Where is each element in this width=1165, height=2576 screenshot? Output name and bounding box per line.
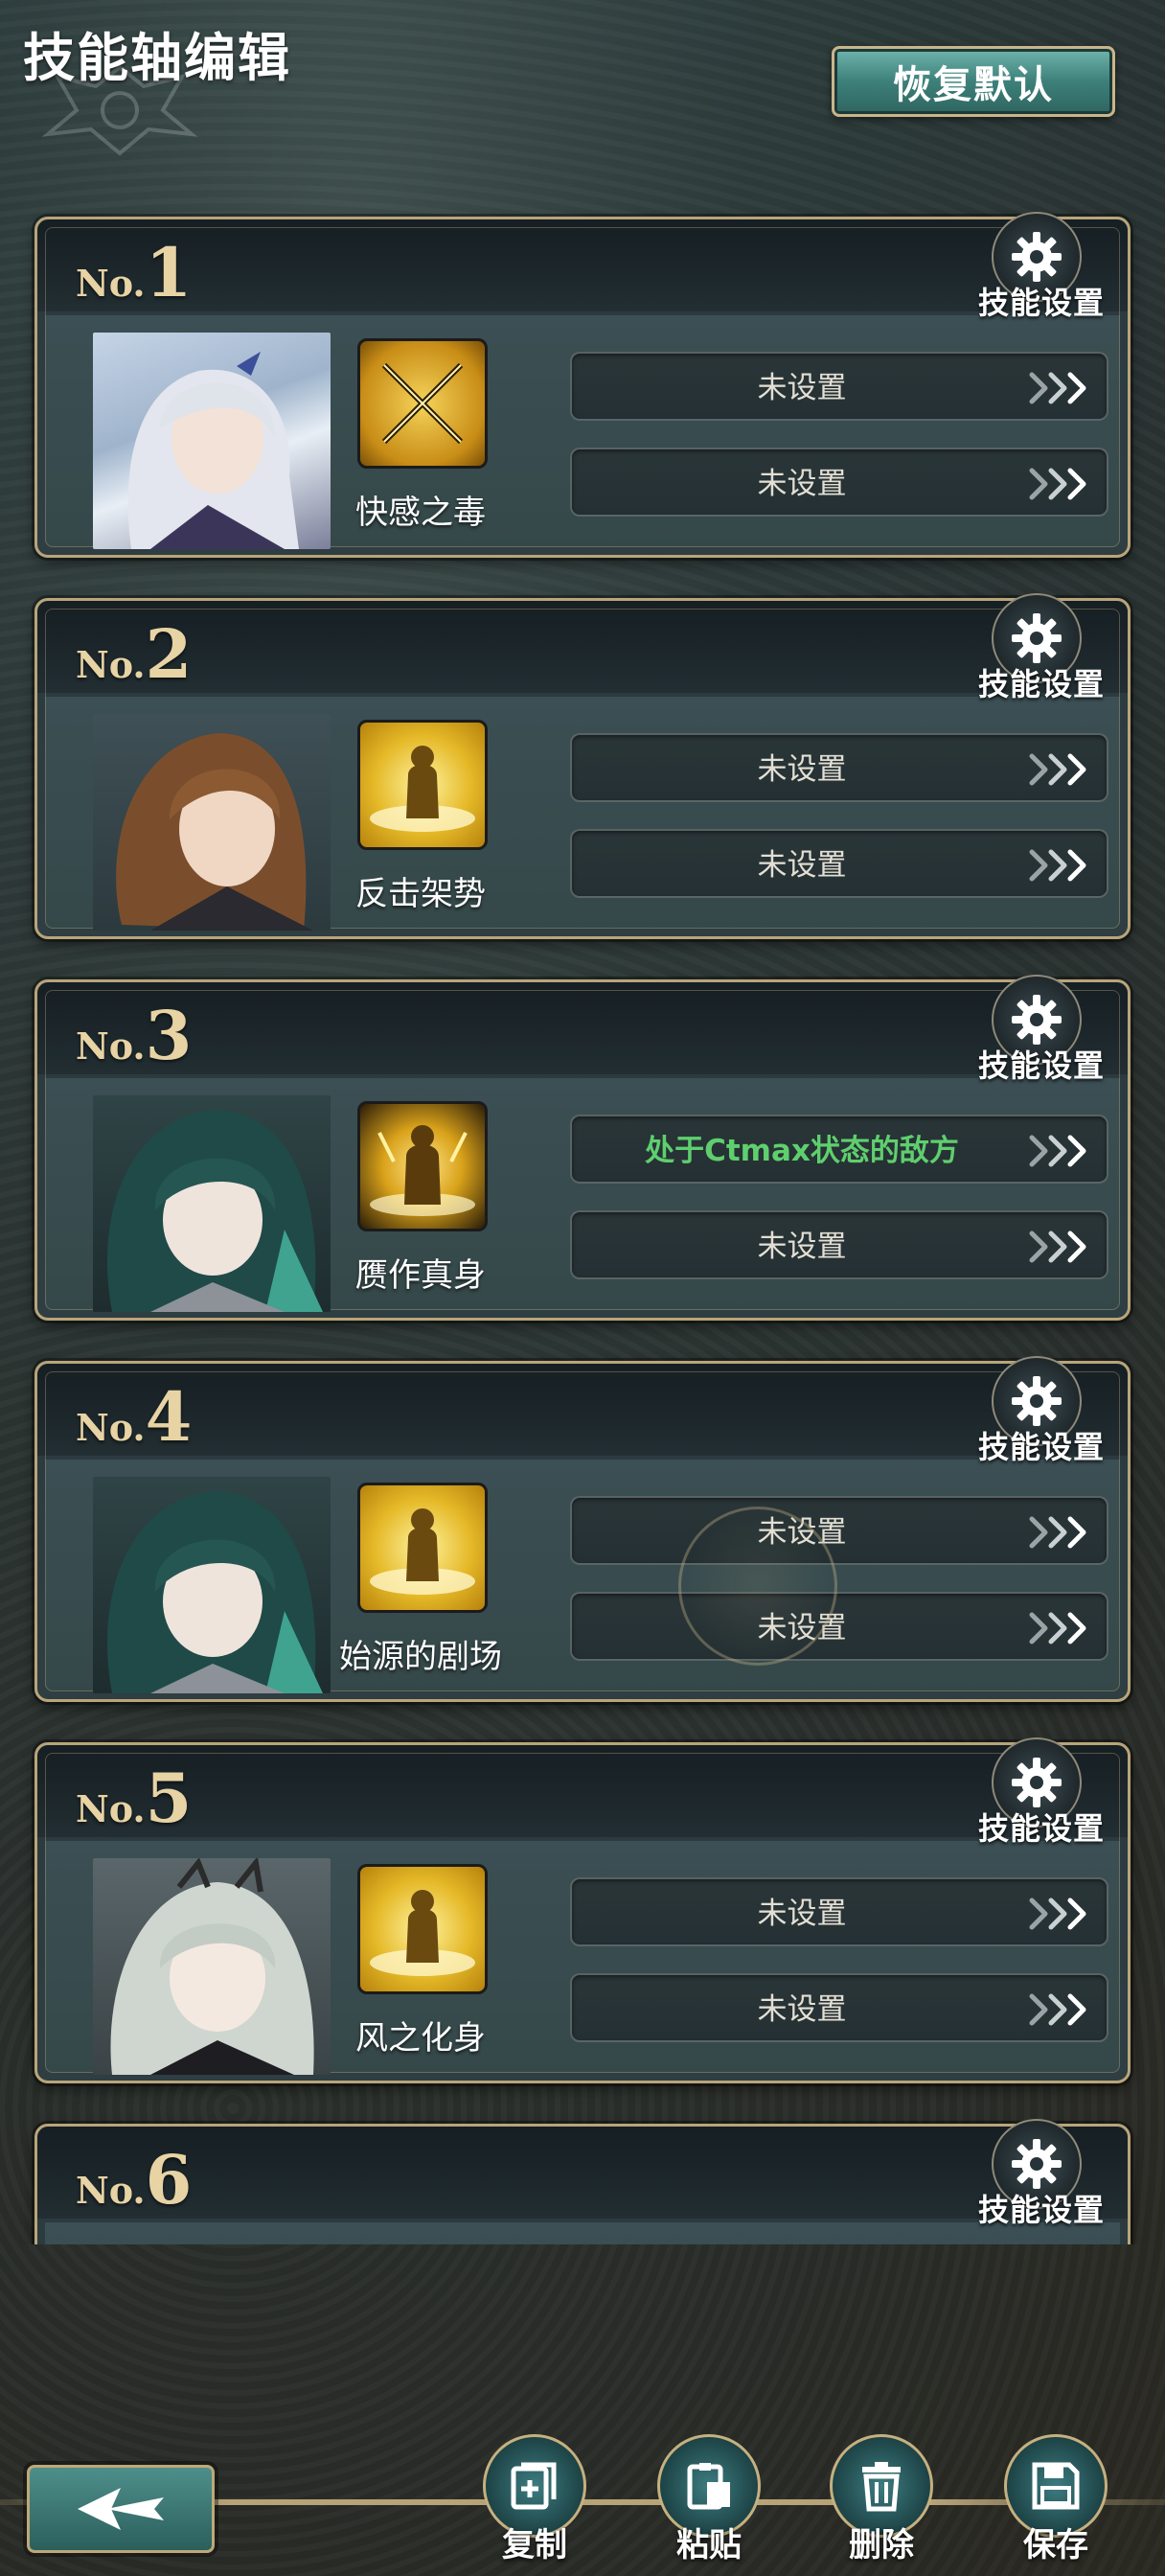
skill-name: 始源的剧场 [339,1638,502,1676]
skill-name: 赝作真身 [355,1256,486,1295]
condition-slot-1[interactable]: 未设置 [570,352,1108,421]
character-portrait[interactable] [93,1858,331,2075]
condition-slot-1[interactable]: 未设置 [570,733,1108,802]
triple-chevron-icon [1029,372,1086,404]
character-portrait[interactable] [93,333,331,549]
card-number: No.2 [76,614,193,694]
skill-card-2: No.2 技能设置 反击架势 未设置 未设置 [34,593,1131,939]
triple-chevron-icon [1029,1612,1086,1644]
touch-sparkle-effect [678,1506,837,1666]
skill-icon[interactable] [357,1101,488,1231]
skill-settings-label: 技能设置 [977,1047,1105,1084]
skill-icon[interactable] [357,1864,488,1994]
triple-chevron-icon [1029,468,1086,500]
gear-icon [1012,613,1062,663]
delete-button[interactable]: 删除 [824,2434,939,2564]
character-portrait[interactable] [93,1095,331,1312]
triple-chevron-icon [1029,849,1086,882]
gear-icon [1012,995,1062,1045]
skill-settings-label: 技能设置 [977,1429,1105,1465]
gear-icon [1012,1376,1062,1426]
triple-chevron-icon [1029,1516,1086,1549]
triple-chevron-icon [1029,1230,1086,1263]
condition-slot-1[interactable]: 未设置 [570,1496,1108,1565]
skill-name: 风之化身 [355,2019,486,2058]
condition-slot-2[interactable]: 未设置 [570,1210,1108,1279]
paste-button[interactable]: 粘贴 [651,2434,766,2564]
card-number: No.3 [76,996,193,1075]
skill-icon[interactable] [357,338,488,469]
card-number: No.1 [76,233,193,312]
skill-settings-label: 技能设置 [977,2192,1105,2228]
skill-card-3: No.3 技能设置 赝作真身 处于Ctmax状态的敌方 未设置 [34,975,1131,1321]
trash-icon [862,2462,901,2512]
condition-slot-1[interactable]: 未设置 [570,1877,1108,1946]
copy-button[interactable]: 复制 [477,2434,592,2564]
back-button[interactable] [27,2465,215,2553]
save-icon [1032,2462,1080,2510]
triple-chevron-icon [1029,1135,1086,1167]
triple-chevron-icon [1029,1993,1086,2026]
skill-name: 快感之毒 [355,494,486,532]
condition-slot-2[interactable]: 未设置 [570,448,1108,517]
character-portrait[interactable] [93,714,331,931]
condition-slot-1[interactable]: 处于Ctmax状态的敌方 [570,1115,1108,1184]
condition-slot-2[interactable]: 未设置 [570,829,1108,898]
skill-card-6: No.6 技能设置 [34,2119,1131,2244]
gear-icon [1012,1758,1062,1807]
skill-settings-label: 技能设置 [977,1810,1105,1847]
save-button[interactable]: 保存 [998,2434,1113,2564]
back-arrow-icon [78,2488,164,2530]
skill-settings-label: 技能设置 [977,666,1105,702]
triple-chevron-icon [1029,1898,1086,1930]
card-number: No.5 [76,1759,193,1838]
character-portrait[interactable] [93,1477,331,1693]
skill-card-1: No.1 技能设置 快感之毒 未设置 未设置 [34,212,1131,558]
skill-card-4: No.4 技能设置 始源的剧场 [34,1356,1131,1702]
skill-card-5: No.5 技能设置 风之化身 未设置 未设置 [34,1737,1131,2083]
card-number: No.4 [76,1377,193,1457]
skill-name: 反击架势 [355,875,486,913]
skill-icon[interactable] [357,1483,488,1613]
skill-settings-label: 技能设置 [977,285,1105,321]
paste-icon [687,2463,730,2510]
condition-slot-2[interactable]: 未设置 [570,1973,1108,2042]
card-number: No.6 [76,2140,193,2220]
gear-icon [1012,2139,1062,2189]
gear-icon [1012,232,1062,282]
copy-icon [511,2462,557,2510]
triple-chevron-icon [1029,753,1086,786]
card-list[interactable]: No.1 技能设置 快感之毒 未设置 未设置 No.2 技能设置 反击架势 未设… [0,0,1165,2244]
condition-slot-2[interactable]: 未设置 [570,1592,1108,1661]
skill-icon[interactable] [357,720,488,850]
